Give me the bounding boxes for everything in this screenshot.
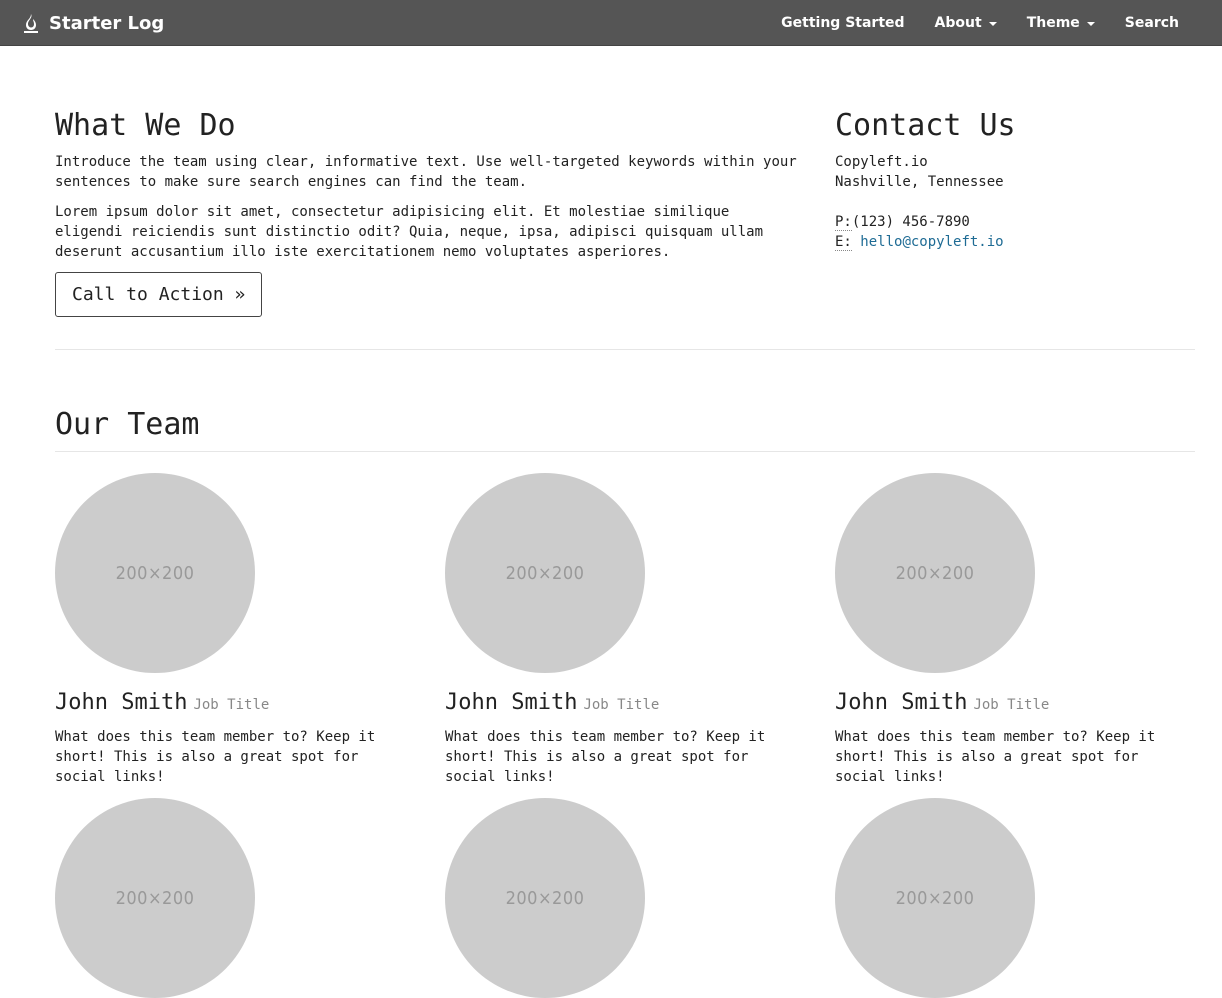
nav-about-dropdown[interactable]: About xyxy=(935,15,997,31)
member-job-title: Job Title xyxy=(973,697,1050,713)
member-description: What does this team member to? Keep it s… xyxy=(55,729,376,785)
section-divider xyxy=(55,349,1195,350)
phone-line: P:(123) 456-7890 xyxy=(835,212,1195,232)
member-job-title: Job Title xyxy=(583,697,660,713)
nav-search-label: Search xyxy=(1124,15,1179,31)
avatar-size-label: 200×200 xyxy=(895,562,975,584)
team-member-card: 200×200 xyxy=(445,798,790,998)
avatar-placeholder: 200×200 xyxy=(55,798,255,998)
email-line: E: hello@copyleft.io xyxy=(835,232,1195,252)
nav-menu: Getting Started About Theme Search xyxy=(781,0,1179,46)
lorem-paragraph: Lorem ipsum dolor sit amet, consectetur … xyxy=(55,204,764,260)
avatar-size-label: 200×200 xyxy=(115,562,195,584)
what-we-do-heading: What We Do xyxy=(55,108,236,143)
contact-address: Copyleft.io Nashville, Tennessee P:(123)… xyxy=(835,152,1195,252)
avatar-size-label: 200×200 xyxy=(115,887,195,909)
member-heading: John Smith Job Title xyxy=(55,689,400,719)
member-name: John Smith xyxy=(445,690,578,715)
nav-search[interactable]: Search xyxy=(1125,15,1179,31)
phone-number: (123) 456-7890 xyxy=(851,214,970,230)
nav-getting-started[interactable]: Getting Started xyxy=(781,15,904,31)
contact-heading: Contact Us xyxy=(835,108,1016,143)
member-job-title: Job Title xyxy=(193,697,270,713)
company-name: Copyleft.io xyxy=(835,154,928,170)
avatar-placeholder: 200×200 xyxy=(445,473,645,673)
caret-down-icon xyxy=(988,22,997,26)
our-team-heading: Our Team xyxy=(55,407,1195,452)
email-abbr: E: xyxy=(835,234,852,251)
avatar-placeholder: 200×200 xyxy=(835,798,1035,998)
flame-icon xyxy=(24,14,38,33)
avatar-size-label: 200×200 xyxy=(505,887,585,909)
avatar-size-label: 200×200 xyxy=(895,887,975,909)
intro-paragraph: Introduce the team using clear, informat… xyxy=(55,154,797,190)
brand-name: Starter Log xyxy=(49,12,165,34)
top-navbar: Starter Log Getting Started About Theme … xyxy=(0,0,1222,46)
team-member-card: 200×200 xyxy=(835,798,1180,998)
team-member-card: 200×200 xyxy=(55,798,400,998)
team-member-card: 200×200 John Smith Job Title What does th… xyxy=(835,473,1180,787)
what-we-do-section: What We Do Introduce the team using clea… xyxy=(55,108,800,317)
team-member-card: 200×200 John Smith Job Title What does th… xyxy=(55,473,400,787)
phone-abbr: P: xyxy=(835,214,852,231)
nav-theme-label: Theme xyxy=(1026,15,1080,31)
avatar-placeholder: 200×200 xyxy=(55,473,255,673)
address-spacer xyxy=(835,192,1195,212)
member-name: John Smith xyxy=(55,690,188,715)
company-location: Nashville, Tennessee xyxy=(835,174,1004,190)
member-heading: John Smith Job Title xyxy=(835,689,1180,719)
nav-getting-started-label: Getting Started xyxy=(781,15,905,31)
nav-theme-dropdown[interactable]: Theme xyxy=(1027,15,1095,31)
member-heading: John Smith Job Title xyxy=(445,689,790,719)
member-description: What does this team member to? Keep it s… xyxy=(835,729,1156,785)
email-link[interactable]: hello@copyleft.io xyxy=(860,234,1003,250)
contact-section: Contact Us Copyleft.io Nashville, Tennes… xyxy=(835,108,1195,252)
caret-down-icon xyxy=(1086,22,1095,26)
member-name: John Smith xyxy=(835,690,968,715)
team-member-card: 200×200 John Smith Job Title What does th… xyxy=(445,473,790,787)
brand-link[interactable]: Starter Log xyxy=(22,0,164,46)
avatar-placeholder: 200×200 xyxy=(835,473,1035,673)
avatar-size-label: 200×200 xyxy=(505,562,585,584)
member-description: What does this team member to? Keep it s… xyxy=(445,729,766,785)
call-to-action-button[interactable]: Call to Action » xyxy=(55,272,263,317)
avatar-placeholder: 200×200 xyxy=(445,798,645,998)
nav-about-label: About xyxy=(934,15,982,31)
